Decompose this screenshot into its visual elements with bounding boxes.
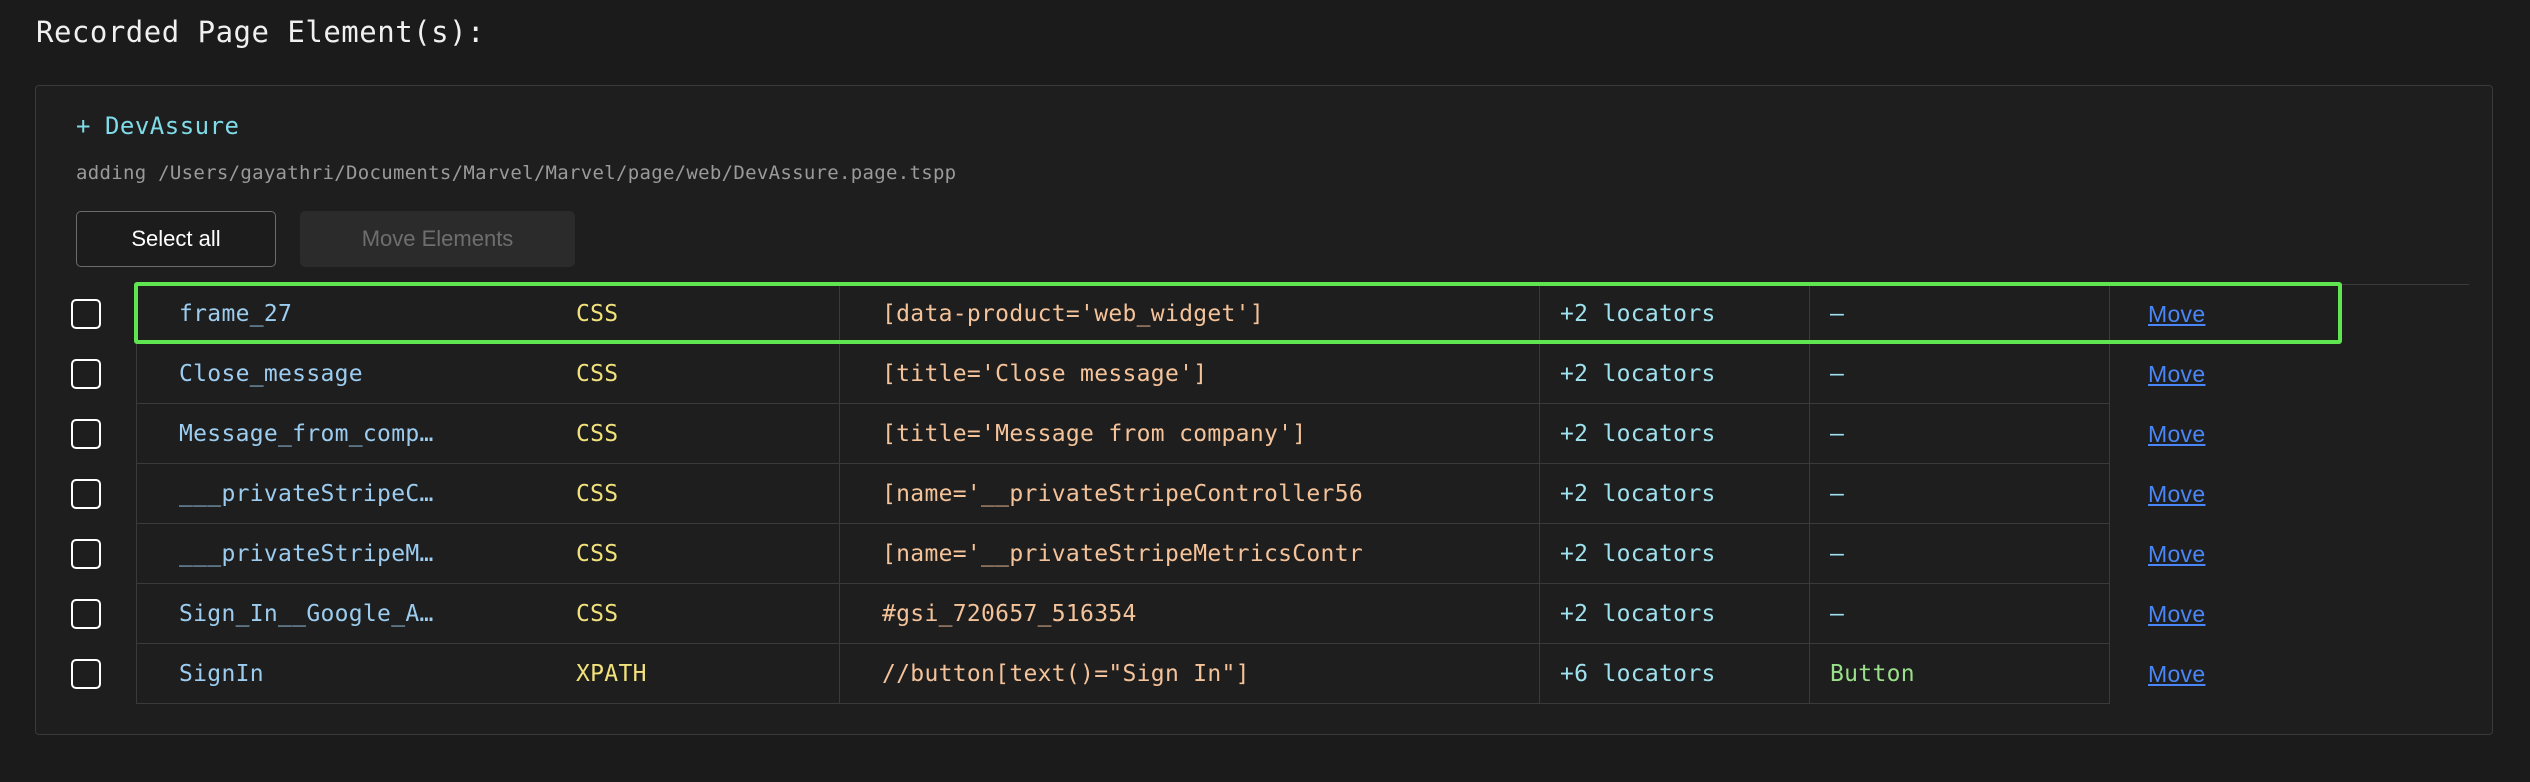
- locator-count-cell: +2 locators: [1539, 524, 1809, 584]
- row-cells: Sign_In__Google_A…CSS#gsi_720657_516354+…: [136, 584, 2492, 644]
- locator-type-cell: XPATH: [534, 644, 839, 704]
- page-title: Recorded Page Element(s):: [36, 15, 485, 49]
- select-all-button[interactable]: Select all: [76, 211, 276, 267]
- selector-value-cell: [title='Close message']: [839, 344, 1539, 404]
- locator-type-cell: CSS: [534, 404, 839, 464]
- element-name-cell: SignIn: [136, 644, 534, 704]
- move-action-cell: Move: [2109, 284, 2469, 344]
- row-checkbox[interactable]: [71, 539, 101, 569]
- table-row[interactable]: SignInXPATH//button[text()="Sign In"]+6 …: [36, 644, 2492, 704]
- locator-type-cell: CSS: [534, 584, 839, 644]
- row-checkbox-cell: [36, 344, 136, 404]
- move-link[interactable]: Move: [2148, 661, 2205, 688]
- locator-type-cell: CSS: [534, 524, 839, 584]
- row-checkbox-cell: [36, 584, 136, 644]
- element-name-cell: ___privateStripeM…: [136, 524, 534, 584]
- row-checkbox-cell: [36, 524, 136, 584]
- row-cells: ___privateStripeM…CSS[name='__privateStr…: [136, 524, 2492, 584]
- element-name-cell: frame_27: [136, 284, 534, 344]
- locator-count-cell: +6 locators: [1539, 644, 1809, 704]
- adding-path-text: adding /Users/gayathri/Documents/Marvel/…: [76, 162, 956, 184]
- selector-value-cell: [data-product='web_widget']: [839, 284, 1539, 344]
- element-tag-cell: –: [1809, 284, 2109, 344]
- row-cells: Close_messageCSS[title='Close message']+…: [136, 344, 2492, 404]
- selector-value-cell: //button[text()="Sign In"]: [839, 644, 1539, 704]
- selector-value-cell: [name='__privateStripeMetricsContr: [839, 524, 1539, 584]
- move-link[interactable]: Move: [2148, 301, 2205, 328]
- row-checkbox[interactable]: [71, 479, 101, 509]
- row-checkbox[interactable]: [71, 299, 101, 329]
- table-row[interactable]: Close_messageCSS[title='Close message']+…: [36, 344, 2492, 404]
- move-link[interactable]: Move: [2148, 421, 2205, 448]
- locator-count-cell: +2 locators: [1539, 584, 1809, 644]
- table-row[interactable]: ___privateStripeM…CSS[name='__privateStr…: [36, 524, 2492, 584]
- move-link[interactable]: Move: [2148, 361, 2205, 388]
- group-name-label: DevAssure: [105, 112, 240, 140]
- element-tag-cell: –: [1809, 464, 2109, 524]
- move-action-cell: Move: [2109, 644, 2469, 704]
- recorded-elements-panel: + DevAssure adding /Users/gayathri/Docume…: [35, 85, 2493, 735]
- expand-plus-icon[interactable]: +: [76, 112, 91, 140]
- move-action-cell: Move: [2109, 524, 2469, 584]
- recorded-elements-table: frame_27CSS[data-product='web_widget']+2…: [36, 284, 2492, 704]
- locator-type-cell: CSS: [534, 284, 839, 344]
- locator-type-cell: CSS: [534, 344, 839, 404]
- panel-action-buttons: Select all Move Elements: [76, 211, 575, 267]
- locator-count-cell: +2 locators: [1539, 344, 1809, 404]
- row-checkbox[interactable]: [71, 599, 101, 629]
- move-action-cell: Move: [2109, 344, 2469, 404]
- selector-value-cell: #gsi_720657_516354: [839, 584, 1539, 644]
- locator-count-cell: +2 locators: [1539, 404, 1809, 464]
- table-row[interactable]: ___privateStripeC…CSS[name='__privateStr…: [36, 464, 2492, 524]
- row-cells: frame_27CSS[data-product='web_widget']+2…: [136, 284, 2492, 344]
- row-cells: Message_from_comp…CSS[title='Message fro…: [136, 404, 2492, 464]
- element-tag-cell: –: [1809, 404, 2109, 464]
- row-cells: ___privateStripeC…CSS[name='__privateStr…: [136, 464, 2492, 524]
- selector-value-cell: [name='__privateStripeController56: [839, 464, 1539, 524]
- element-name-cell: ___privateStripeC…: [136, 464, 534, 524]
- selector-value-cell: [title='Message from company']: [839, 404, 1539, 464]
- row-checkbox[interactable]: [71, 419, 101, 449]
- move-link[interactable]: Move: [2148, 541, 2205, 568]
- row-checkbox-cell: [36, 284, 136, 344]
- row-checkbox[interactable]: [71, 359, 101, 389]
- element-tag-cell: –: [1809, 584, 2109, 644]
- table-row[interactable]: Sign_In__Google_A…CSS#gsi_720657_516354+…: [36, 584, 2492, 644]
- move-action-cell: Move: [2109, 584, 2469, 644]
- move-action-cell: Move: [2109, 404, 2469, 464]
- table-row[interactable]: Message_from_comp…CSS[title='Message fro…: [36, 404, 2492, 464]
- row-checkbox[interactable]: [71, 659, 101, 689]
- element-name-cell: Sign_In__Google_A…: [136, 584, 534, 644]
- element-tag-cell: –: [1809, 344, 2109, 404]
- locator-count-cell: +2 locators: [1539, 464, 1809, 524]
- element-tag-cell: –: [1809, 524, 2109, 584]
- element-name-cell: Close_message: [136, 344, 534, 404]
- move-link[interactable]: Move: [2148, 601, 2205, 628]
- element-name-cell: Message_from_comp…: [136, 404, 534, 464]
- element-tag-cell: Button: [1809, 644, 2109, 704]
- table-row[interactable]: frame_27CSS[data-product='web_widget']+2…: [36, 284, 2492, 344]
- row-checkbox-cell: [36, 644, 136, 704]
- row-checkbox-cell: [36, 404, 136, 464]
- row-cells: SignInXPATH//button[text()="Sign In"]+6 …: [136, 644, 2492, 704]
- move-action-cell: Move: [2109, 464, 2469, 524]
- move-link[interactable]: Move: [2148, 481, 2205, 508]
- locator-type-cell: CSS: [534, 464, 839, 524]
- locator-count-cell: +2 locators: [1539, 284, 1809, 344]
- group-header-devassure[interactable]: + DevAssure: [76, 112, 240, 140]
- move-elements-button[interactable]: Move Elements: [300, 211, 575, 267]
- row-checkbox-cell: [36, 464, 136, 524]
